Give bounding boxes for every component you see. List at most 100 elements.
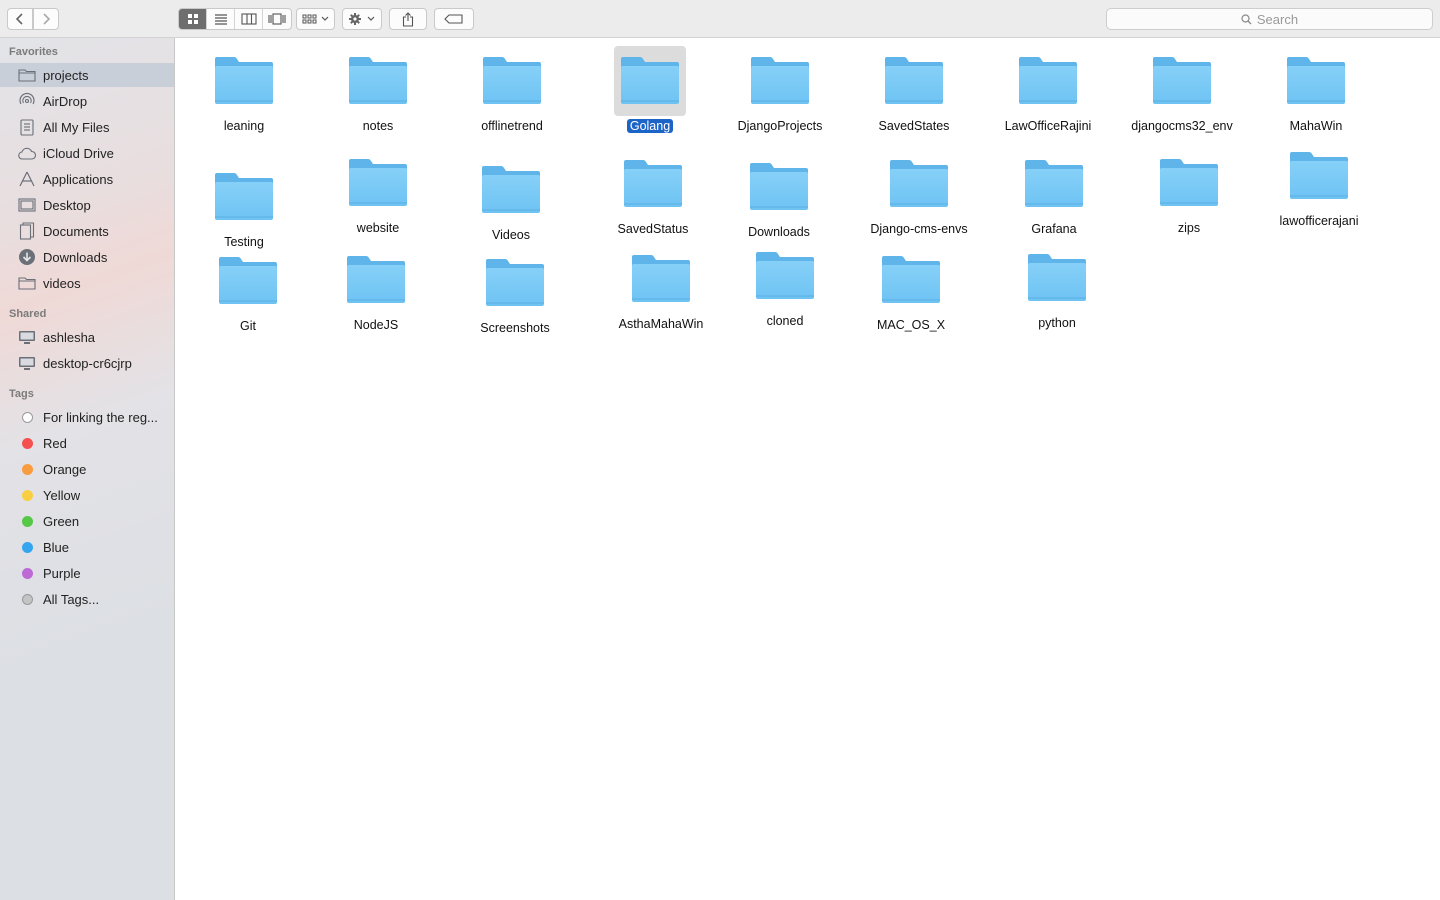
folder-item[interactable]: python: [992, 243, 1122, 330]
folder-item[interactable]: notes: [313, 46, 443, 133]
chevron-right-icon: [43, 13, 51, 25]
sidebar: Favorites projects AirDrop All My Files …: [0, 38, 175, 900]
sidebar-tag-red[interactable]: Red: [0, 431, 174, 455]
sidebar-tag-for-linking[interactable]: For linking the reg...: [0, 405, 174, 429]
documents-icon: [17, 222, 37, 240]
sidebar-item-documents[interactable]: Documents: [0, 219, 174, 243]
share-button[interactable]: [389, 8, 427, 30]
action-button[interactable]: [342, 8, 382, 30]
sidebar-item-icloud-drive[interactable]: iCloud Drive: [0, 141, 174, 165]
folder-icon: [1018, 149, 1090, 219]
sidebar-item-ashlesha[interactable]: ashlesha: [0, 325, 174, 349]
tag-dot-icon: [17, 408, 37, 426]
folder-item[interactable]: Django-cms-envs: [854, 149, 984, 236]
folder-label: cloned: [766, 314, 804, 328]
folder-label: MAC_OS_X: [876, 318, 946, 332]
sidebar-item-applications[interactable]: Applications: [0, 167, 174, 191]
sidebar-item-all-my-files[interactable]: All My Files: [0, 115, 174, 139]
back-button[interactable]: [7, 8, 33, 30]
forward-button[interactable]: [33, 8, 59, 30]
folder-item[interactable]: lawofficerajani: [1254, 141, 1384, 228]
folder-icon: [744, 46, 816, 116]
tags-button[interactable]: [434, 8, 474, 30]
folder-item[interactable]: NodeJS: [311, 245, 441, 332]
folder-label: website: [356, 221, 400, 235]
folder-item[interactable]: Videos: [446, 155, 576, 242]
folder-label: SavedStatus: [617, 222, 689, 236]
folder-item[interactable]: zips: [1124, 148, 1254, 235]
columns-icon: [240, 13, 257, 25]
folder-item[interactable]: LawOfficeRajini: [983, 46, 1113, 133]
sidebar-tag-green[interactable]: Green: [0, 509, 174, 533]
icon-view-button[interactable]: [179, 9, 207, 29]
folder-label: Grafana: [1031, 222, 1077, 236]
downloads-icon: [17, 248, 37, 266]
folder-icon: [479, 248, 551, 318]
folder-item[interactable]: Testing: [179, 162, 309, 249]
computer-icon: [17, 354, 37, 372]
sidebar-tag-orange[interactable]: Orange: [0, 457, 174, 481]
folder-item[interactable]: Git: [183, 246, 313, 333]
folder-item[interactable]: DjangoProjects: [715, 46, 845, 133]
sidebar-item-desktop[interactable]: Desktop: [0, 193, 174, 217]
view-mode-control: [178, 8, 292, 30]
folder-icon: [743, 152, 815, 222]
folder-label: SavedStates: [878, 119, 950, 133]
folder-item[interactable]: AsthaMahaWin: [596, 244, 726, 331]
sidebar-tag-yellow[interactable]: Yellow: [0, 483, 174, 507]
sidebar-item-desktop-cr6cjrp[interactable]: desktop-cr6cjrp: [0, 351, 174, 375]
folder-item[interactable]: cloned: [720, 241, 850, 328]
folder-icon: [342, 148, 414, 218]
folder-item[interactable]: leaning: [179, 46, 309, 133]
tag-icon: [444, 14, 463, 24]
folder-item[interactable]: Golang: [585, 46, 715, 133]
folder-icon: [208, 162, 280, 232]
yellow-dot-icon: [17, 486, 37, 504]
sidebar-item-airdrop[interactable]: AirDrop: [0, 89, 174, 113]
cover-flow-view-button[interactable]: [263, 9, 291, 29]
folder-icon: [883, 149, 955, 219]
folder-icon: [17, 274, 37, 292]
folder-icon: [17, 66, 37, 84]
share-icon: [402, 11, 414, 27]
sidebar-tag-purple[interactable]: Purple: [0, 561, 174, 585]
folder-item[interactable]: MahaWin: [1251, 46, 1381, 133]
folder-item[interactable]: MAC_OS_X: [846, 245, 976, 332]
folder-item[interactable]: SavedStatus: [588, 149, 718, 236]
folder-icon: [475, 155, 547, 225]
folder-label: Downloads: [748, 225, 810, 239]
all-files-icon: [17, 118, 37, 136]
search-placeholder: Search: [1256, 11, 1299, 27]
folder-label: AsthaMahaWin: [618, 317, 704, 331]
computer-icon: [17, 328, 37, 346]
folder-icon: [749, 241, 821, 311]
folder-item[interactable]: djangocms32_env: [1117, 46, 1247, 133]
folder-item[interactable]: Screenshots: [450, 248, 580, 335]
folder-item[interactable]: SavedStates: [849, 46, 979, 133]
sidebar-item-projects[interactable]: projects: [0, 63, 174, 87]
sidebar-tag-blue[interactable]: Blue: [0, 535, 174, 559]
folder-item[interactable]: website: [313, 148, 443, 235]
folder-item[interactable]: offlinetrend: [447, 46, 577, 133]
sidebar-tag-all-tags[interactable]: All Tags...: [0, 587, 174, 611]
folder-icon: [1283, 141, 1355, 211]
list-view-button[interactable]: [207, 9, 235, 29]
column-view-button[interactable]: [235, 9, 263, 29]
folder-label: MahaWin: [1289, 119, 1343, 133]
sidebar-item-videos[interactable]: videos: [0, 271, 174, 295]
folder-label: djangocms32_env: [1131, 119, 1233, 133]
shared-heading: Shared: [9, 308, 47, 320]
folder-label: python: [1038, 316, 1076, 330]
folder-icon: [1146, 46, 1218, 116]
sidebar-item-downloads[interactable]: Downloads: [0, 245, 174, 269]
arrange-button[interactable]: [296, 8, 335, 30]
folder-icon: [340, 245, 412, 315]
green-dot-icon: [17, 512, 37, 530]
folder-item[interactable]: Grafana: [989, 149, 1119, 236]
folder-label: DjangoProjects: [737, 119, 823, 133]
folder-item[interactable]: Downloads: [714, 152, 844, 239]
favorites-heading: Favorites: [9, 46, 58, 58]
folder-icon: [625, 244, 697, 314]
folder-icon: [1021, 243, 1093, 313]
search-field[interactable]: Search: [1106, 8, 1433, 30]
